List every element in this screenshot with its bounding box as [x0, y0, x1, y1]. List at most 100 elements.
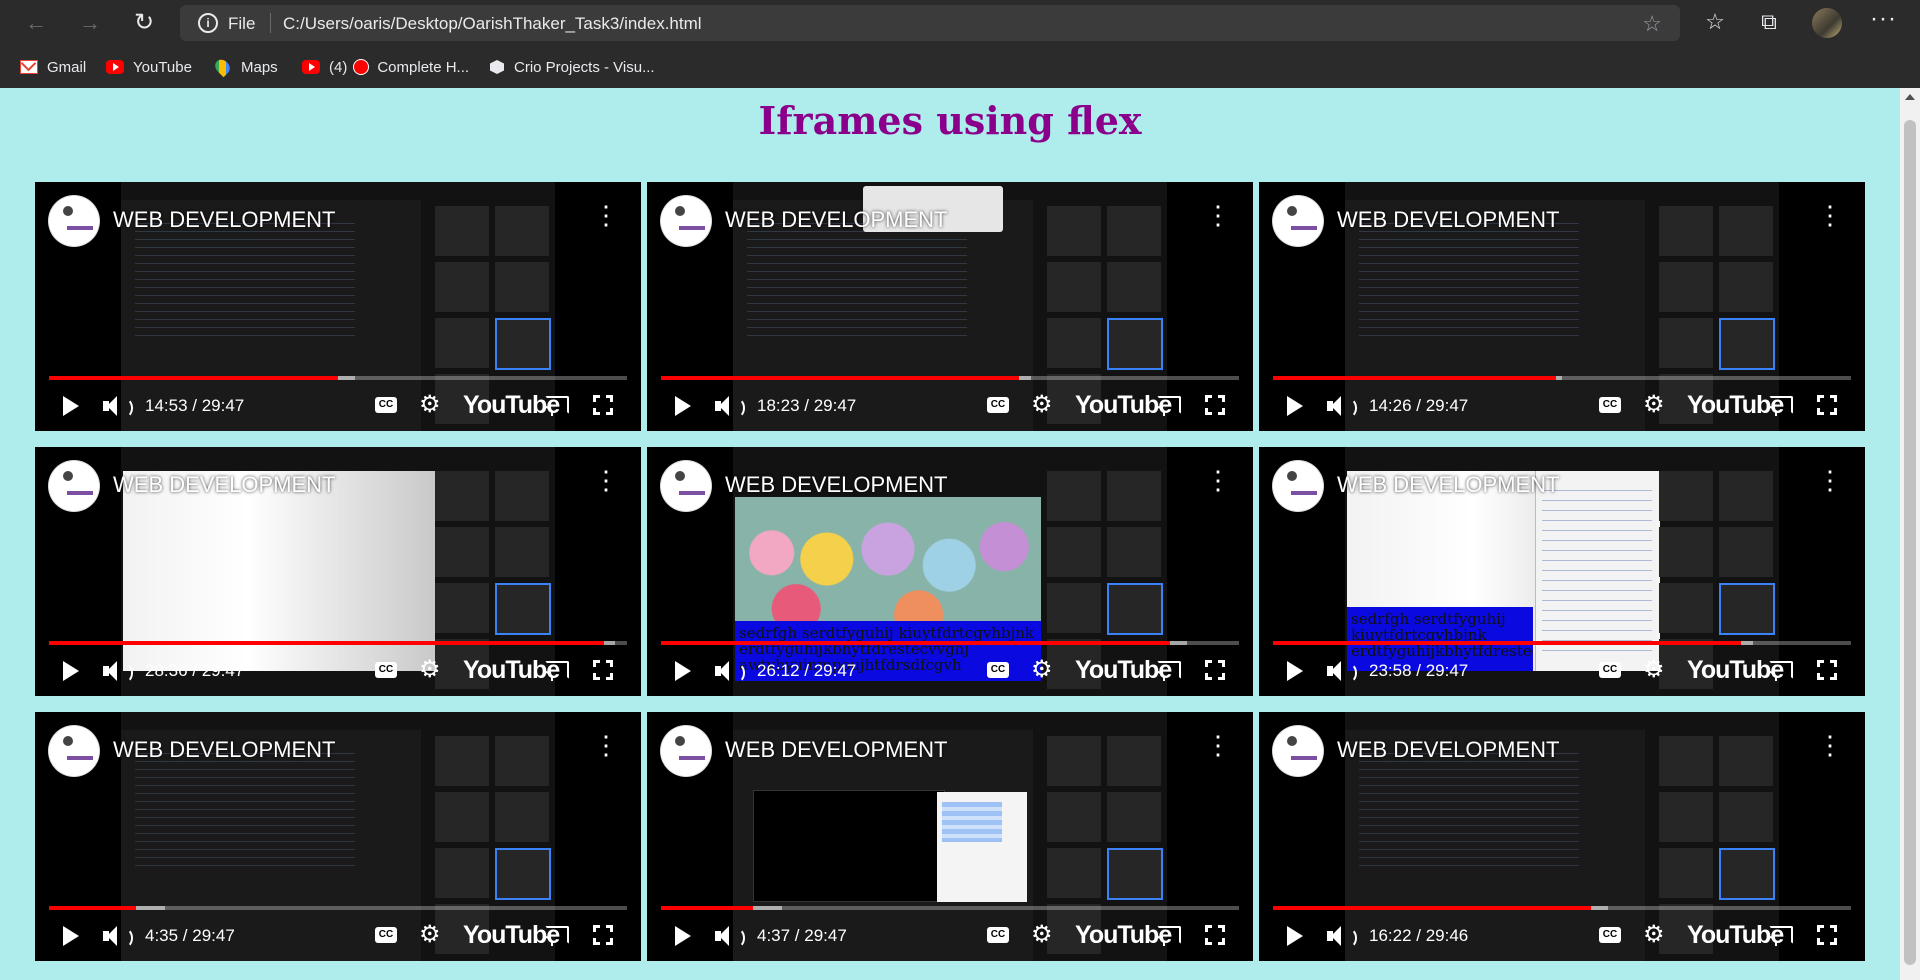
scroll-thumb[interactable]	[1904, 120, 1916, 965]
more-options-icon[interactable]: ⋮	[1205, 732, 1231, 758]
forward-icon[interactable]: →	[74, 7, 106, 39]
play-icon[interactable]	[1287, 661, 1303, 681]
fullscreen-icon[interactable]	[1817, 395, 1837, 415]
volume-icon[interactable]	[1327, 925, 1357, 948]
video-title[interactable]: WEB DEVELOPMENT	[113, 207, 335, 233]
info-icon[interactable]: i	[198, 13, 218, 33]
bookmark-youtube[interactable]: YouTube	[106, 56, 192, 78]
channel-avatar[interactable]	[49, 196, 99, 246]
volume-icon[interactable]	[103, 660, 133, 683]
play-icon[interactable]	[675, 926, 691, 946]
cast-icon[interactable]	[1767, 661, 1793, 681]
cast-icon[interactable]	[1767, 396, 1793, 416]
fullscreen-icon[interactable]	[593, 660, 613, 680]
video-title[interactable]: WEB DEVELOPMENT	[113, 472, 335, 498]
captions-icon[interactable]: CC	[1599, 927, 1621, 943]
page-scrollbar[interactable]	[1900, 88, 1920, 980]
settings-icon[interactable]: ⚙	[419, 922, 441, 948]
play-icon[interactable]	[675, 661, 691, 681]
video-title[interactable]: WEB DEVELOPMENT	[725, 207, 947, 233]
collections-icon[interactable]: ⧉	[1754, 9, 1784, 35]
captions-icon[interactable]: CC	[987, 662, 1009, 678]
address-url[interactable]: C:/Users/oaris/Desktop/OarishThaker_Task…	[283, 14, 702, 34]
captions-icon[interactable]: CC	[1599, 662, 1621, 678]
video-title[interactable]: WEB DEVELOPMENT	[1337, 737, 1559, 763]
fullscreen-icon[interactable]	[1817, 925, 1837, 945]
more-options-icon[interactable]: ⋮	[1205, 467, 1231, 493]
channel-avatar[interactable]	[1273, 196, 1323, 246]
progress-bar[interactable]	[661, 376, 1239, 380]
cast-icon[interactable]	[1155, 661, 1181, 681]
cast-icon[interactable]	[1155, 926, 1181, 946]
bookmark-crio[interactable]: Crio Projects - Visu...	[490, 56, 655, 78]
play-icon[interactable]	[63, 926, 79, 946]
settings-icon[interactable]: ⚙	[419, 657, 441, 683]
cast-icon[interactable]	[543, 926, 569, 946]
fullscreen-icon[interactable]	[1205, 395, 1225, 415]
volume-icon[interactable]	[715, 925, 745, 948]
channel-avatar[interactable]	[49, 461, 99, 511]
favorites-icon[interactable]: ☆	[1700, 9, 1730, 35]
cast-icon[interactable]	[1155, 396, 1181, 416]
progress-bar[interactable]	[661, 906, 1239, 910]
progress-bar[interactable]	[661, 641, 1239, 645]
channel-avatar[interactable]	[1273, 726, 1323, 776]
progress-bar[interactable]	[1273, 376, 1851, 380]
more-options-icon[interactable]: ⋮	[593, 732, 619, 758]
video-title[interactable]: WEB DEVELOPMENT	[1337, 207, 1559, 233]
video-iframe[interactable]: WEB DEVELOPMENT ⋮ 16:22 / 29:46 CC ⚙ You…	[1259, 712, 1865, 961]
video-iframe[interactable]: sedrfgh serdtfyguhij kiuytfdrtcgvhbjnk e…	[647, 447, 1253, 696]
settings-icon[interactable]: ⚙	[1643, 392, 1665, 418]
channel-avatar[interactable]	[661, 461, 711, 511]
video-iframe[interactable]: WEB DEVELOPMENT ⋮ 14:26 / 29:47 CC ⚙ You…	[1259, 182, 1865, 431]
fullscreen-icon[interactable]	[1817, 660, 1837, 680]
volume-icon[interactable]	[103, 925, 133, 948]
volume-icon[interactable]	[103, 395, 133, 418]
video-title[interactable]: WEB DEVELOPMENT	[725, 472, 947, 498]
play-icon[interactable]	[63, 396, 79, 416]
progress-bar[interactable]	[49, 641, 627, 645]
volume-icon[interactable]	[1327, 660, 1357, 683]
more-options-icon[interactable]: ⋮	[593, 467, 619, 493]
video-iframe[interactable]: sedrfgh serdtfyguhij kiuytfdrtcgvhbjnk e…	[1259, 447, 1865, 696]
captions-icon[interactable]: CC	[375, 662, 397, 678]
reload-icon[interactable]: ↻	[128, 7, 160, 39]
bookmark-complete[interactable]: (4) Complete H...	[302, 56, 469, 78]
video-iframe[interactable]: WEB DEVELOPMENT ⋮ 4:37 / 29:47 CC ⚙ YouT…	[647, 712, 1253, 961]
more-options-icon[interactable]: ⋮	[593, 202, 619, 228]
settings-icon[interactable]: ⚙	[1031, 657, 1053, 683]
more-options-icon[interactable]: ⋮	[1205, 202, 1231, 228]
video-title[interactable]: WEB DEVELOPMENT	[1337, 472, 1559, 498]
volume-icon[interactable]	[715, 660, 745, 683]
bookmark-gmail[interactable]: Gmail	[20, 56, 86, 78]
progress-bar[interactable]	[1273, 906, 1851, 910]
more-options-icon[interactable]: ⋮	[1817, 202, 1843, 228]
play-icon[interactable]	[63, 661, 79, 681]
captions-icon[interactable]: CC	[987, 927, 1009, 943]
bookmark-maps[interactable]: Maps	[212, 56, 278, 78]
fullscreen-icon[interactable]	[1205, 660, 1225, 680]
volume-icon[interactable]	[715, 395, 745, 418]
scroll-up-icon[interactable]	[1905, 94, 1915, 100]
captions-icon[interactable]: CC	[987, 397, 1009, 413]
profile-avatar[interactable]	[1812, 8, 1842, 38]
address-bar[interactable]: i File C:/Users/oaris/Desktop/OarishThak…	[180, 5, 1680, 41]
captions-icon[interactable]: CC	[375, 397, 397, 413]
video-iframe[interactable]: WEB DEVELOPMENT ⋮ 4:35 / 29:47 CC ⚙ YouT…	[35, 712, 641, 961]
settings-icon[interactable]: ⚙	[1643, 657, 1665, 683]
channel-avatar[interactable]	[661, 196, 711, 246]
fullscreen-icon[interactable]	[593, 925, 613, 945]
cast-icon[interactable]	[543, 396, 569, 416]
channel-avatar[interactable]	[661, 726, 711, 776]
video-iframe[interactable]: WEB DEVELOPMENT ⋮ 18:23 / 29:47 CC ⚙ You…	[647, 182, 1253, 431]
video-iframe[interactable]: WEB DEVELOPMENT ⋮ 14:53 / 29:47 CC ⚙ You…	[35, 182, 641, 431]
video-iframe[interactable]: WEB DEVELOPMENT ⋮ 28:36 / 29:47 CC ⚙ You…	[35, 447, 641, 696]
settings-icon[interactable]: ⚙	[1031, 922, 1053, 948]
play-icon[interactable]	[1287, 926, 1303, 946]
more-options-icon[interactable]: ⋮	[1817, 467, 1843, 493]
play-icon[interactable]	[675, 396, 691, 416]
back-icon[interactable]: ←	[20, 7, 52, 39]
volume-icon[interactable]	[1327, 395, 1357, 418]
progress-bar[interactable]	[49, 906, 627, 910]
captions-icon[interactable]: CC	[1599, 397, 1621, 413]
